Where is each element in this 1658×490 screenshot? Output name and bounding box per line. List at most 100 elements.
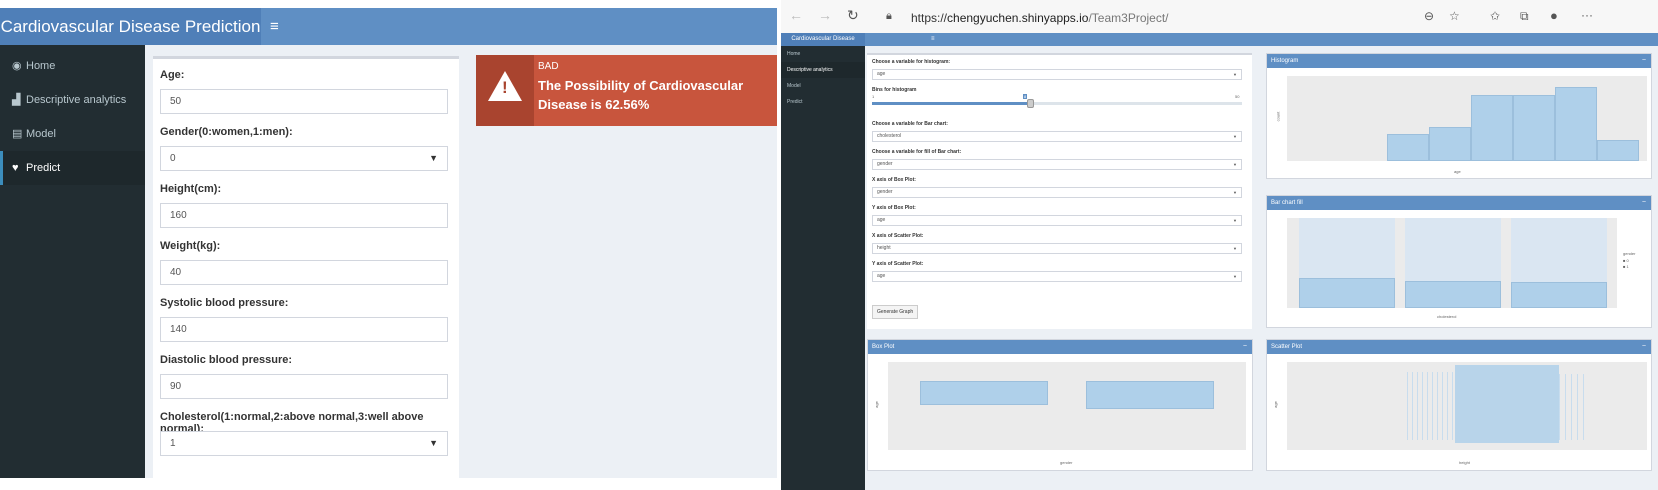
- histogram-bar: [1597, 140, 1639, 161]
- legend-item-label: 0: [1626, 258, 1629, 263]
- heart-icon: ♥: [12, 162, 19, 174]
- chart-bar: [1299, 278, 1395, 308]
- field-label: Systolic blood pressure:: [160, 297, 289, 309]
- app-logo[interactable]: Cardiovascular Disease Prediction: [0, 8, 261, 45]
- select-field[interactable]: 1 ▼: [160, 431, 448, 456]
- slider-fill: [872, 102, 1030, 105]
- select-field[interactable]: gender ▼: [872, 187, 1242, 198]
- text-input[interactable]: 90: [160, 374, 448, 399]
- profile-icon[interactable]: ●: [1550, 8, 1558, 23]
- more-icon[interactable]: ···: [1581, 8, 1593, 22]
- box-header: Bar chart fill −: [1267, 196, 1651, 210]
- sidebar-item-descriptive-analytics[interactable]: Descriptive analytics: [781, 62, 865, 78]
- box-header: Scatter Plot −: [1267, 340, 1651, 354]
- select-field[interactable]: gender ▼: [872, 159, 1242, 170]
- control-label: Choose a variable for fill of Bar chart:: [872, 149, 962, 155]
- slider-track[interactable]: [872, 99, 1242, 108]
- favorite-add-icon[interactable]: ☆: [1449, 9, 1460, 23]
- favorites-icon[interactable]: ✩: [1490, 9, 1500, 23]
- y-axis-label: count: [1275, 111, 1281, 122]
- field-value: 40: [170, 267, 182, 278]
- histogram-bar: [1471, 95, 1513, 161]
- histogram-bar: [1429, 127, 1471, 161]
- refresh-icon[interactable]: ↻: [847, 7, 859, 24]
- sidebar-toggle-icon[interactable]: ≡: [931, 33, 935, 46]
- select-field[interactable]: 0 ▼: [160, 146, 448, 171]
- field-label: Weight(kg):: [160, 240, 221, 252]
- field-label: Diastolic blood pressure:: [160, 354, 293, 366]
- histogram-bar: [1387, 134, 1429, 161]
- caret-down-icon: ▼: [429, 438, 438, 448]
- field-value: 50: [170, 96, 182, 107]
- box-title: Bar chart fill: [1271, 200, 1303, 206]
- graph-controls-panel: Choose a variable for histogram: age ▼ Bins…: [867, 53, 1252, 329]
- sidebar-item-label: Descriptive analytics: [26, 94, 127, 106]
- dashboard-icon: ◉: [12, 60, 22, 72]
- control-label: Choose a variable for Bar chart:: [872, 121, 948, 127]
- histogram-box: Histogram − age count: [1266, 53, 1652, 179]
- left-app-window: Cardiovascular Disease Prediction ≡ ◉ Hom…: [0, 8, 777, 478]
- box-header: Histogram −: [1267, 54, 1651, 68]
- caret-down-icon: ▼: [1233, 134, 1237, 139]
- sidebar-item-home[interactable]: ◉ Home: [0, 49, 145, 83]
- box-element: [1086, 381, 1214, 409]
- lock-icon[interactable]: 🔒︎: [886, 10, 892, 23]
- sidebar-item-predict[interactable]: Predict: [781, 94, 865, 110]
- browser-toolbar: ← → ↻ 🔒︎ https://chengyuchen.shinyapps.i…: [781, 0, 1658, 33]
- x-axis-label: cholesterol: [1437, 314, 1457, 319]
- field-value: 140: [170, 324, 187, 335]
- y-axis-label: age: [873, 401, 879, 408]
- select-value: gender: [877, 161, 893, 167]
- select-field[interactable]: age ▼: [872, 271, 1242, 282]
- app-header: Cardiovascular Disease Prediction ≡: [0, 8, 777, 45]
- sidebar-item-predict[interactable]: ♥ Predict: [0, 151, 145, 185]
- legend-item: ■ 0: [1623, 258, 1629, 263]
- collapse-icon[interactable]: −: [1642, 340, 1646, 354]
- alert-icon-box: !: [476, 55, 534, 126]
- box-title: Scatter Plot: [1271, 344, 1303, 350]
- text-input[interactable]: 50: [160, 89, 448, 114]
- histogram-bar: [1513, 95, 1555, 161]
- text-input[interactable]: 140: [160, 317, 448, 342]
- box-title: Histogram: [1271, 58, 1299, 64]
- sidebar-item-label: Home: [26, 60, 56, 72]
- sidebar-item-model[interactable]: Model: [781, 78, 865, 94]
- collapse-icon[interactable]: −: [1243, 340, 1247, 354]
- text-input[interactable]: 160: [160, 203, 448, 228]
- field-value: 1: [170, 438, 176, 449]
- zoom-icon[interactable]: ⊖: [1424, 9, 1434, 23]
- select-field[interactable]: height ▼: [872, 243, 1242, 254]
- back-icon[interactable]: ←: [789, 7, 803, 23]
- field-value: 0: [170, 153, 176, 164]
- collapse-icon[interactable]: −: [1642, 54, 1646, 68]
- bar-chart-plot: [1287, 218, 1617, 308]
- caret-down-icon: ▼: [1233, 72, 1237, 77]
- sidebar-toggle-icon[interactable]: ≡: [270, 8, 279, 45]
- bar-chart-box: Bar chart fill − cholesterol gender ■ 0 ■…: [1266, 195, 1652, 328]
- sidebar-item-descriptive-analytics[interactable]: ▟ Descriptive analytics: [0, 83, 145, 117]
- sidebar-item-home[interactable]: Home: [781, 46, 865, 62]
- select-field[interactable]: cholesterol ▼: [872, 131, 1242, 142]
- field-label: Gender(0:women,1:men):: [160, 126, 293, 138]
- collections-icon[interactable]: ⧉: [1520, 9, 1529, 24]
- app-logo[interactable]: Cardiovascular Disease Prediction: [781, 33, 865, 55]
- select-field[interactable]: age ▼: [872, 215, 1242, 226]
- app-header: Cardiovascular Disease Prediction ≡: [781, 33, 1658, 55]
- box-title: Box Plot: [872, 344, 895, 350]
- slider-handle[interactable]: [1027, 99, 1034, 108]
- generate-graph-button[interactable]: Generate Graph: [872, 305, 919, 319]
- select-value: age: [877, 273, 886, 279]
- box-plot-box: Box Plot − gender age: [867, 339, 1253, 471]
- scatter-sparse-points: [1559, 374, 1589, 440]
- address-bar[interactable]: https://chengyuchen.shinyapps.io/Team3Pr…: [911, 11, 1169, 25]
- forward-icon[interactable]: →: [818, 7, 832, 23]
- field-label: Age:: [160, 69, 185, 81]
- text-input[interactable]: 40: [160, 260, 448, 285]
- control-label: X axis of Box Plot:: [872, 177, 916, 183]
- legend-item: ■ 1: [1623, 264, 1629, 269]
- sidebar: Home Descriptive analytics Model Predict: [781, 46, 865, 490]
- collapse-icon[interactable]: −: [1642, 196, 1646, 210]
- select-field[interactable]: age ▼: [872, 69, 1242, 80]
- slider-label: Bins for histogram: [872, 87, 917, 93]
- sidebar-item-model[interactable]: ▤ Model: [0, 117, 145, 151]
